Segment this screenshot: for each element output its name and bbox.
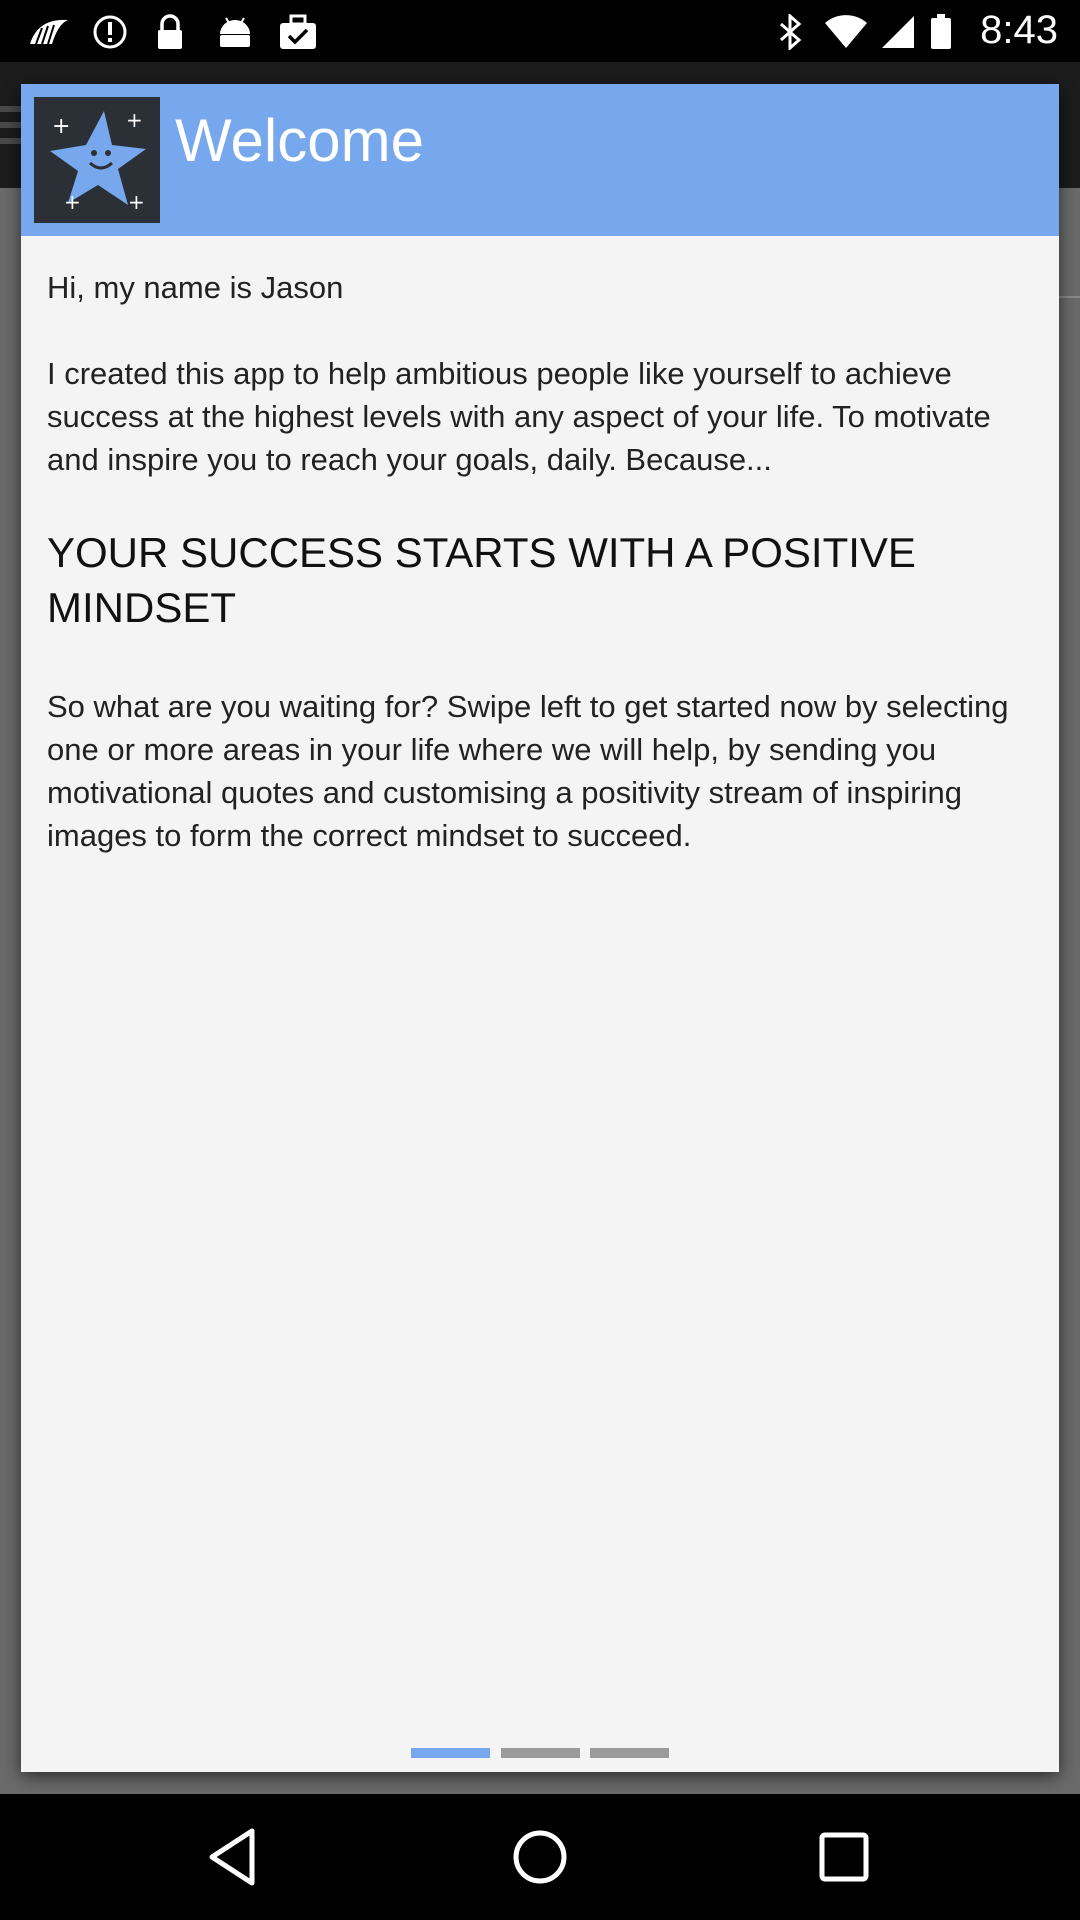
back-icon[interactable] (196, 1819, 272, 1895)
briefcase-check-icon (280, 14, 316, 49)
wifi-icon (825, 15, 867, 48)
app-logo: + + + + (34, 97, 160, 223)
intro-text: I created this app to help ambitious peo… (47, 356, 991, 477)
lock-icon (158, 14, 182, 49)
dialog-header: + + + + Welcome (21, 84, 1059, 236)
page-indicator-3 (590, 1748, 669, 1758)
smiling-star-logo: + + + + (50, 108, 146, 214)
dialog-title: Welcome (175, 107, 424, 174)
clock-time: 8:43 (980, 8, 1058, 52)
svg-text:+: + (126, 108, 143, 132)
page-indicator-1 (411, 1748, 490, 1758)
android-icon (220, 17, 250, 47)
battery-icon (931, 14, 951, 49)
alert-circle-icon (93, 15, 127, 49)
status-bar: 8:43 (0, 0, 1080, 62)
svg-text:+: + (52, 114, 70, 139)
page-indicator (21, 1748, 1059, 1760)
recents-icon[interactable] (806, 1819, 882, 1895)
headline-text: YOUR SUCCESS STARTS WITH A POSITIVE MIND… (47, 529, 916, 631)
call-to-action-text: So what are you waiting for? Swipe left … (47, 689, 1009, 853)
bluetooth-icon (780, 14, 802, 50)
page-indicator-2 (501, 1748, 580, 1758)
fan-icon (30, 19, 68, 45)
svg-text:+: + (64, 190, 81, 214)
dialog-body[interactable]: Hi, my name is Jason I created this app … (47, 266, 1037, 857)
home-icon[interactable] (502, 1819, 578, 1895)
svg-text:+: + (128, 190, 145, 214)
navigation-bar (0, 1794, 1080, 1920)
signal-icon (882, 16, 914, 48)
welcome-dialog: + + + + Welcome Hi, my name is Jason I c… (21, 84, 1059, 1772)
greeting-text: Hi, my name is Jason (47, 270, 344, 305)
